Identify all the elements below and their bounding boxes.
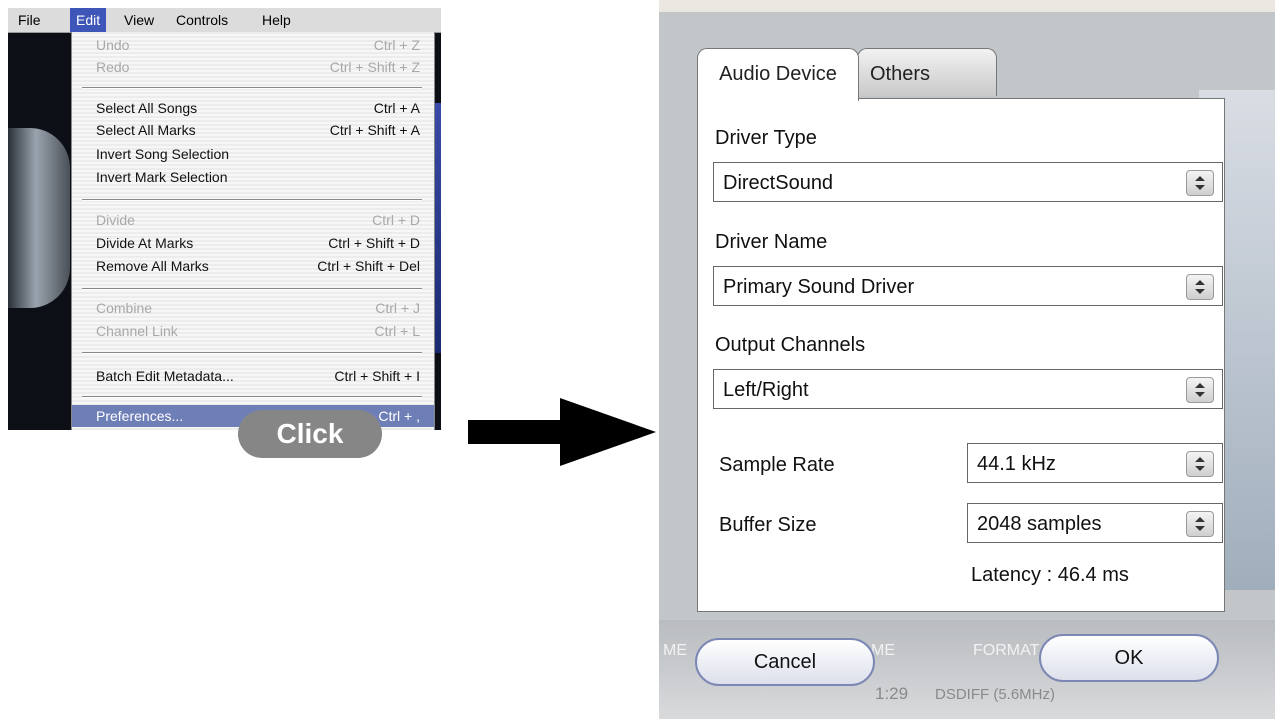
ok-button[interactable]: OK bbox=[1039, 634, 1219, 682]
menu-item-invert-song-selection[interactable]: Invert Song Selection bbox=[72, 143, 434, 165]
driver-name-label: Driver Name bbox=[715, 231, 828, 253]
driver-type-value: DirectSound bbox=[723, 172, 834, 194]
menu-file[interactable]: File bbox=[12, 8, 47, 32]
background-header-me: ME bbox=[663, 642, 687, 659]
window-top-strip bbox=[659, 0, 1275, 12]
select-arrows-icon bbox=[1186, 511, 1214, 537]
menu-item-remove-all-marks[interactable]: Remove All Marks Ctrl + Shift + Del bbox=[72, 255, 434, 277]
output-channels-label: Output Channels bbox=[715, 334, 866, 356]
edit-menu-dropdown: Undo Ctrl + Z Redo Ctrl + Shift + Z Select… bbox=[71, 32, 435, 430]
menu-bar: File Edit View Controls Help bbox=[8, 8, 441, 33]
buffer-size-select[interactable]: 2048 samples bbox=[967, 503, 1223, 543]
driver-name-select[interactable]: Primary Sound Driver bbox=[713, 266, 1223, 306]
menu-separator bbox=[82, 199, 422, 201]
click-callout-badge: Click bbox=[238, 410, 382, 458]
menu-item-batch-edit-metadata[interactable]: Batch Edit Metadata... Ctrl + Shift + I bbox=[72, 365, 434, 387]
cancel-button[interactable]: Cancel bbox=[695, 638, 875, 686]
menu-item-divide[interactable]: Divide Ctrl + D bbox=[72, 209, 434, 231]
select-arrows-icon bbox=[1186, 274, 1214, 300]
background-header-format: FORMAT bbox=[973, 642, 1040, 659]
driver-type-label: Driver Type bbox=[715, 127, 817, 149]
buffer-size-value: 2048 samples bbox=[977, 513, 1102, 535]
sample-rate-select[interactable]: 44.1 kHz bbox=[967, 443, 1223, 483]
background-song-time: 1:29 bbox=[875, 684, 909, 703]
menu-item-undo[interactable]: Undo Ctrl + Z bbox=[72, 34, 434, 56]
preferences-dialog-screenshot: ME ME FORMAT 1:29 DSDIFF (5.6MHz) Audio … bbox=[659, 0, 1275, 719]
menu-item-redo[interactable]: Redo Ctrl + Shift + Z bbox=[72, 56, 434, 78]
menu-view[interactable]: View bbox=[118, 8, 160, 32]
right-arrow-icon bbox=[468, 398, 656, 466]
output-channels-select[interactable]: Left/Right bbox=[713, 369, 1223, 409]
driver-name-value: Primary Sound Driver bbox=[723, 276, 915, 298]
menu-edit[interactable]: Edit bbox=[70, 8, 107, 32]
tab-others[interactable]: Others bbox=[857, 48, 997, 96]
driver-type-select[interactable]: DirectSound bbox=[713, 162, 1223, 202]
menu-separator bbox=[82, 288, 422, 290]
menu-screenshot: File Edit View Controls Help Undo Ctrl + … bbox=[8, 8, 441, 430]
menu-item-divide-at-marks[interactable]: Divide At Marks Ctrl + Shift + D bbox=[72, 232, 434, 254]
latency-readout: Latency : 46.4 ms bbox=[971, 564, 1129, 586]
output-channels-value: Left/Right bbox=[723, 379, 809, 401]
background-song-format: DSDIFF (5.6MHz) bbox=[935, 686, 1055, 703]
menu-help[interactable]: Help bbox=[256, 8, 297, 32]
menu-item-invert-mark-selection[interactable]: Invert Mark Selection bbox=[72, 166, 434, 188]
tab-audio-device[interactable]: Audio Device bbox=[697, 48, 859, 101]
select-arrows-icon bbox=[1186, 377, 1214, 403]
menu-item-channel-link[interactable]: Channel Link Ctrl + L bbox=[72, 320, 434, 342]
sample-rate-label: Sample Rate bbox=[719, 454, 835, 476]
select-arrows-icon bbox=[1186, 170, 1214, 196]
background-decoration bbox=[8, 128, 70, 308]
sample-rate-value: 44.1 kHz bbox=[977, 453, 1056, 475]
menu-item-select-all-marks[interactable]: Select All Marks Ctrl + Shift + A bbox=[72, 119, 434, 141]
buffer-size-label: Buffer Size bbox=[719, 514, 817, 536]
menu-item-select-all-songs[interactable]: Select All Songs Ctrl + A bbox=[72, 97, 434, 119]
menu-separator bbox=[82, 396, 422, 398]
audio-device-panel: Driver Type DirectSound Driver Name Prim… bbox=[697, 98, 1225, 612]
menu-separator bbox=[82, 87, 422, 89]
tab-bar: Audio Device Others bbox=[697, 48, 999, 101]
select-arrows-icon bbox=[1186, 451, 1214, 477]
menu-controls[interactable]: Controls bbox=[170, 8, 234, 32]
menu-item-combine[interactable]: Combine Ctrl + J bbox=[72, 297, 434, 319]
menu-separator bbox=[82, 352, 422, 354]
